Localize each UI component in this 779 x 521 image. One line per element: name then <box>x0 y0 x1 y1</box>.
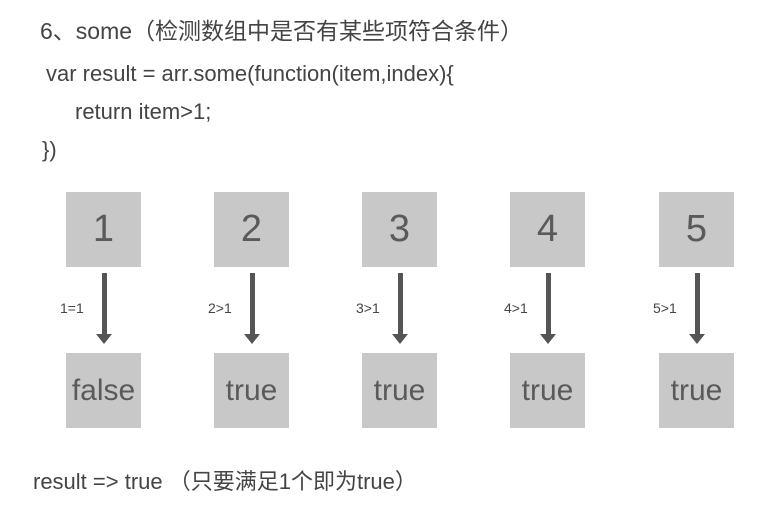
result-box: true <box>362 353 437 428</box>
array-item-box: 4 <box>510 192 585 267</box>
code-line-1: var result = arr.some(function(item,inde… <box>46 61 454 86</box>
result-value: true <box>373 373 426 407</box>
result-value: false <box>71 373 136 407</box>
result-box: true <box>659 353 734 428</box>
result-box: true <box>510 353 585 428</box>
result-value: true <box>225 373 278 407</box>
arrow-down-icon <box>244 273 260 344</box>
arrow-down-icon <box>540 273 556 344</box>
array-item-box: 3 <box>362 192 437 267</box>
code-line-3: }) <box>42 137 57 162</box>
array-item-value: 2 <box>240 208 263 250</box>
comparison-label: 2>1 <box>208 300 232 316</box>
comparison-label: 5>1 <box>653 300 677 316</box>
result-box: true <box>214 353 289 428</box>
comparison-label: 1=1 <box>60 300 84 316</box>
slide-title: 6、some（检测数组中是否有某些项符合条件） <box>40 18 524 44</box>
result-value: true <box>670 373 723 407</box>
result-box: false <box>66 353 141 428</box>
array-item-value: 3 <box>388 208 411 250</box>
array-item-value: 1 <box>92 208 115 250</box>
arrow-down-icon <box>392 273 408 344</box>
arrow-down-icon <box>96 273 112 344</box>
comparison-label: 4>1 <box>504 300 528 316</box>
array-item-box: 5 <box>659 192 734 267</box>
comparison-label: 3>1 <box>356 300 380 316</box>
array-item-value: 5 <box>685 208 708 250</box>
array-item-box: 1 <box>66 192 141 267</box>
arrow-down-icon <box>689 273 705 344</box>
array-item-box: 2 <box>214 192 289 267</box>
code-line-2: return item>1; <box>75 99 212 124</box>
result-value: true <box>521 373 574 407</box>
result-line: result => true （只要满足1个即为true） <box>33 469 417 494</box>
array-item-value: 4 <box>536 208 559 250</box>
